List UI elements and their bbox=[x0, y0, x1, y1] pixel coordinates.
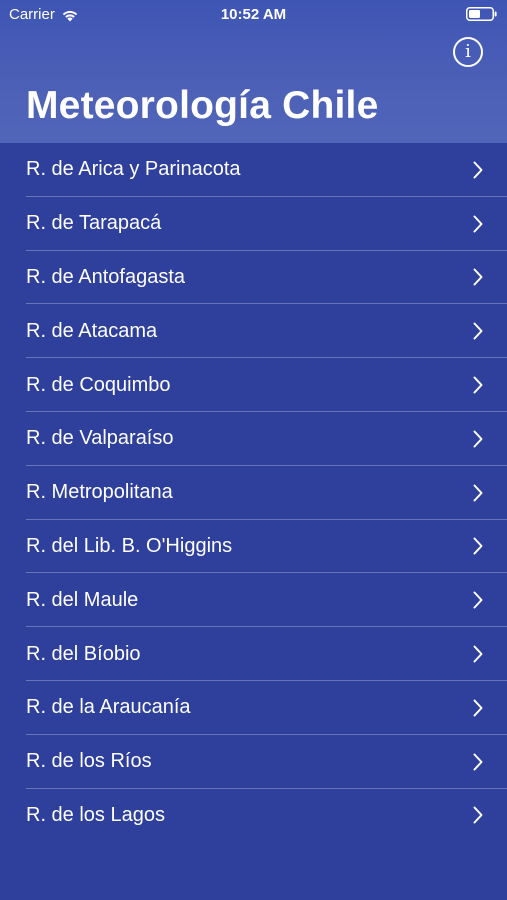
battery-icon bbox=[466, 7, 497, 21]
chevron-right-icon bbox=[473, 537, 483, 555]
region-label: R. del Bíobio bbox=[26, 642, 141, 665]
list-item[interactable]: R. de la Araucanía bbox=[0, 681, 507, 735]
list-item[interactable]: R. de Coquimbo bbox=[0, 358, 507, 412]
status-time: 10:52 AM bbox=[220, 6, 287, 23]
chevron-right-icon bbox=[473, 591, 483, 609]
chevron-right-icon bbox=[473, 215, 483, 233]
chevron-right-icon bbox=[473, 161, 483, 179]
region-label: R. de Atacama bbox=[26, 319, 158, 342]
list-item[interactable]: R. del Lib. B. O'Higgins bbox=[0, 520, 507, 574]
region-label: R. Metropolitana bbox=[26, 481, 173, 504]
region-label: R. de los Ríos bbox=[26, 750, 152, 773]
navigation-header: Carrier 10:52 AM i Meteorología Chile bbox=[0, 0, 507, 143]
list-item[interactable]: R. de Arica y Parinacota bbox=[0, 143, 507, 197]
list-item[interactable]: R. del Maule bbox=[0, 573, 507, 627]
list-item[interactable]: R. del Bíobio bbox=[0, 627, 507, 681]
region-label: R. de Coquimbo bbox=[26, 373, 171, 396]
chevron-right-icon bbox=[473, 484, 483, 502]
list-item[interactable]: R. de Valparaíso bbox=[0, 412, 507, 466]
region-label: R. de Valparaíso bbox=[26, 427, 174, 450]
region-label: R. de los Lagos bbox=[26, 803, 165, 826]
list-item[interactable]: R. de los Lagos bbox=[0, 789, 507, 843]
list-item[interactable]: R. de Atacama bbox=[0, 304, 507, 358]
list-item[interactable]: R. Metropolitana bbox=[0, 466, 507, 520]
info-button[interactable]: i bbox=[453, 37, 483, 67]
chevron-right-icon bbox=[473, 806, 483, 824]
chevron-right-icon bbox=[473, 753, 483, 771]
chevron-right-icon bbox=[473, 430, 483, 448]
region-label: R. de Tarapacá bbox=[26, 212, 162, 235]
chevron-right-icon bbox=[473, 268, 483, 286]
list-item[interactable]: R. de Tarapacá bbox=[0, 197, 507, 251]
list-item[interactable]: R. de Antofagasta bbox=[0, 251, 507, 305]
region-list: R. de Arica y Parinacota R. de Tarapacá … bbox=[0, 143, 507, 842]
chevron-right-icon bbox=[473, 376, 483, 394]
region-label: R. del Maule bbox=[26, 588, 139, 611]
region-label: R. de Arica y Parinacota bbox=[26, 158, 241, 181]
info-icon: i bbox=[465, 41, 471, 62]
chevron-right-icon bbox=[473, 699, 483, 717]
region-label: R. de la Araucanía bbox=[26, 696, 191, 719]
chevron-right-icon bbox=[473, 645, 483, 663]
list-item[interactable]: R. de los Ríos bbox=[0, 735, 507, 789]
region-label: R. de Antofagasta bbox=[26, 265, 186, 288]
status-bar: Carrier 10:52 AM bbox=[0, 0, 507, 30]
chevron-right-icon bbox=[473, 322, 483, 340]
page-title: Meteorología Chile bbox=[26, 84, 379, 127]
region-label: R. del Lib. B. O'Higgins bbox=[26, 534, 233, 557]
